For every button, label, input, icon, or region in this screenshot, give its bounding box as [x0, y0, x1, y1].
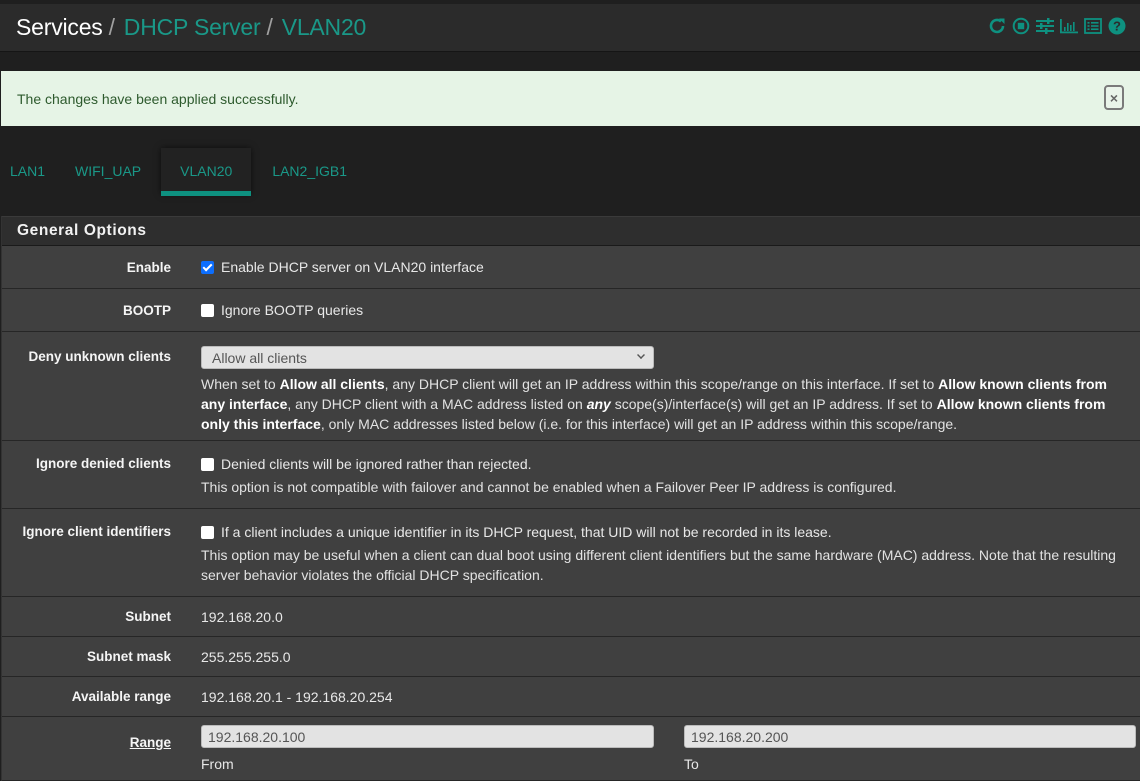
- help-text: , any DHCP client with a MAC address lis…: [287, 396, 587, 412]
- deny-unknown-clients-label: Deny unknown clients: [28, 349, 171, 364]
- help-text: When set to: [201, 376, 280, 392]
- available-range-value: 192.168.20.1 - 192.168.20.254: [201, 688, 393, 705]
- help-bold: Allow all clients: [279, 376, 385, 392]
- close-icon: ×: [1109, 89, 1119, 106]
- settings-sliders-icon[interactable]: [1036, 16, 1054, 36]
- panel-title: General Options: [2, 216, 1140, 246]
- help-icon[interactable]: ?: [1108, 16, 1126, 36]
- range-to-group: 192.168.20.200 To: [684, 725, 1136, 780]
- deny-unknown-clients-help: When set to Allow all clients, any DHCP …: [201, 374, 1120, 434]
- help-text: , only MAC addresses listed below (i.e. …: [320, 416, 958, 432]
- bootp-row: BOOTP Ignore BOOTP queries: [2, 289, 1140, 332]
- breadcrumb-separator: /: [108, 14, 115, 40]
- range-label[interactable]: Range: [2, 725, 171, 780]
- ignore-client-identifiers-checkbox[interactable]: [201, 526, 214, 539]
- enable-body: Enable DHCP server on VLAN20 interface: [201, 259, 1140, 275]
- deny-unknown-clients-body: Allow all clients When set to Allow all …: [201, 346, 1140, 440]
- bootp-checkbox-text: Ignore BOOTP queries: [221, 302, 364, 318]
- tab-wifi-uap[interactable]: WIFI_UAP: [65, 148, 151, 194]
- breadcrumb-services: Services: [16, 14, 103, 40]
- close-alert-button[interactable]: ×: [1104, 85, 1124, 110]
- available-range-row: Available range 192.168.20.1 - 192.168.2…: [2, 677, 1140, 717]
- header-icon-toolbar: ?: [988, 16, 1126, 36]
- subnet-label: Subnet: [125, 609, 171, 624]
- bootp-body: Ignore BOOTP queries: [201, 302, 1140, 318]
- ignore-client-identifiers-text: If a client includes a unique identifier…: [221, 524, 832, 540]
- interface-tabs: LAN1 WIFI_UAP VLAN20 LAN2_IGB1: [0, 148, 367, 196]
- bootp-checkbox[interactable]: [201, 304, 214, 317]
- status-chart-icon[interactable]: [1060, 16, 1078, 36]
- subnet-mask-label: Subnet mask: [86, 649, 171, 664]
- enable-checkbox[interactable]: [201, 261, 214, 274]
- bootp-label: BOOTP: [122, 302, 171, 318]
- range-label-link[interactable]: Range: [130, 735, 171, 750]
- range-body: 192.168.20.100 From 192.168.20.200 To: [201, 725, 1140, 780]
- ignore-denied-clients-checkbox[interactable]: [201, 458, 214, 471]
- ignore-client-identifiers-label: Ignore client identifiers: [22, 524, 171, 539]
- range-from-label: From: [201, 756, 234, 772]
- svg-text:?: ?: [1113, 19, 1121, 34]
- stop-service-icon[interactable]: [1012, 16, 1030, 36]
- alert-message: The changes have been applied successful…: [17, 90, 299, 107]
- range-from-input[interactable]: 192.168.20.100: [201, 725, 654, 748]
- deny-unknown-clients-row: Deny unknown clients Allow all clients W…: [2, 332, 1140, 441]
- ignore-client-identifiers-body: If a client includes a unique identifier…: [201, 524, 1140, 596]
- subnet-mask-row: Subnet mask 255.255.255.0: [2, 637, 1140, 677]
- breadcrumb-separator: /: [266, 14, 273, 40]
- help-bold-italic: any: [586, 396, 611, 412]
- breadcrumb-vlan20[interactable]: VLAN20: [282, 14, 367, 41]
- log-list-icon[interactable]: [1084, 16, 1102, 36]
- ignore-denied-clients-text: Denied clients will be ignored rather th…: [221, 456, 532, 472]
- ignore-denied-clients-help: This option is not compatible with failo…: [201, 479, 897, 495]
- reload-icon[interactable]: [988, 16, 1006, 36]
- tab-vlan20[interactable]: VLAN20: [161, 148, 252, 196]
- tab-lan1[interactable]: LAN1: [0, 148, 55, 194]
- subnet-value: 192.168.20.0: [201, 608, 283, 625]
- tab-lan2-igb1[interactable]: LAN2_IGB1: [262, 148, 357, 194]
- enable-label: Enable: [126, 259, 171, 275]
- help-text: scope(s)/interface(s) will get an IP add…: [610, 396, 937, 412]
- range-to-input[interactable]: 192.168.20.200: [684, 725, 1136, 748]
- general-options-panel: General Options Enable Enable DHCP serve…: [1, 216, 1140, 781]
- range-row: Range 192.168.20.100 From 192.168.20.200…: [2, 717, 1140, 781]
- page-header: Services / DHCP Server / VLAN20 ?: [0, 4, 1140, 52]
- help-text: , any DHCP client will get an IP address…: [384, 376, 939, 392]
- subnet-mask-value: 255.255.255.0: [201, 648, 291, 665]
- success-alert: The changes have been applied successful…: [1, 71, 1140, 126]
- deny-unknown-clients-select[interactable]: Allow all clients: [201, 346, 654, 369]
- ignore-denied-clients-row: Ignore denied clients Denied clients wil…: [2, 441, 1140, 509]
- enable-row: Enable Enable DHCP server on VLAN20 inte…: [2, 246, 1140, 289]
- ignore-client-identifiers-help: This option may be useful when a client …: [201, 547, 1116, 583]
- range-to-label: To: [684, 756, 699, 772]
- breadcrumb-dhcp-server[interactable]: DHCP Server: [124, 14, 261, 41]
- subnet-row: Subnet 192.168.20.0: [2, 597, 1140, 637]
- ignore-client-identifiers-row: Ignore client identifiers If a client in…: [2, 509, 1140, 597]
- deny-unknown-clients-selected: Allow all clients: [212, 349, 307, 366]
- range-from-group: 192.168.20.100 From: [201, 725, 654, 780]
- ignore-denied-clients-label: Ignore denied clients: [35, 456, 171, 471]
- ignore-denied-clients-body: Denied clients will be ignored rather th…: [201, 456, 1140, 508]
- available-range-label: Available range: [71, 689, 171, 704]
- chevron-down-icon: [637, 351, 645, 359]
- enable-checkbox-text: Enable DHCP server on VLAN20 interface: [221, 259, 484, 275]
